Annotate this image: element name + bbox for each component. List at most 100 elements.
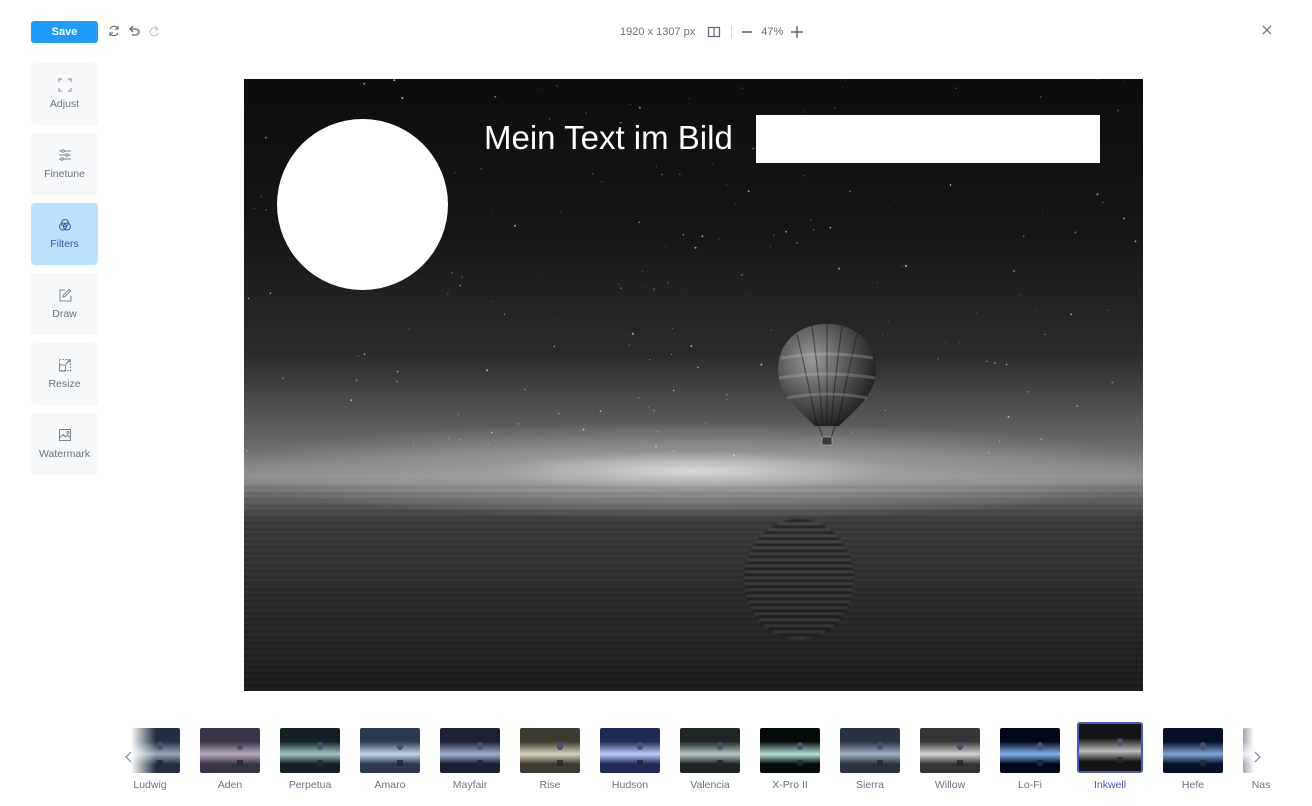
star	[1113, 418, 1115, 419]
star	[770, 246, 771, 247]
star	[1123, 80, 1125, 82]
star	[638, 106, 641, 109]
redo-icon[interactable]	[147, 24, 161, 38]
reflection-glyph	[477, 759, 484, 766]
tool-sidebar: Adjust Finetune Filters Draw Resize Wate…	[31, 63, 98, 483]
filter-label: Willow	[934, 779, 966, 791]
star	[494, 95, 497, 98]
star	[959, 341, 960, 343]
chevron-right-icon[interactable]	[1251, 748, 1265, 766]
compare-icon[interactable]	[707, 25, 721, 39]
star	[556, 85, 558, 87]
star	[660, 173, 663, 176]
star	[513, 224, 517, 227]
star	[559, 211, 561, 213]
filter-option[interactable]: Valencia	[677, 722, 743, 791]
star	[480, 168, 483, 170]
text-shape[interactable]: Mein Text im Bild	[484, 119, 733, 157]
zoom-out-button[interactable]	[740, 25, 754, 39]
filter-label: Sierra	[855, 779, 884, 791]
star	[1111, 381, 1114, 384]
reflection-glyph	[637, 759, 644, 766]
sidebar-item-resize[interactable]: Resize	[31, 343, 98, 405]
star	[725, 393, 728, 396]
filter-option[interactable]: X-Pro II	[757, 722, 823, 791]
reflection-glyph	[877, 759, 884, 766]
star	[1121, 452, 1123, 454]
image-info-bar: 1920 x 1307 px 47%	[620, 22, 804, 42]
star	[412, 444, 414, 446]
star	[642, 271, 643, 272]
star	[665, 245, 667, 248]
star	[1023, 235, 1025, 238]
star	[553, 345, 556, 348]
circle-shape[interactable]	[277, 119, 448, 290]
filter-option[interactable]: Sierra	[837, 722, 903, 791]
sidebar-item-finetune[interactable]: Finetune	[31, 133, 98, 195]
undo-icon[interactable]	[127, 24, 141, 38]
water-surface	[244, 482, 1143, 691]
star	[396, 370, 399, 373]
balloon-glyph	[877, 741, 884, 750]
filter-option[interactable]: Lo-Fi	[997, 722, 1063, 791]
close-icon[interactable]	[1260, 23, 1274, 37]
filter-option[interactable]: Perpetua	[277, 722, 343, 791]
sidebar-item-filters[interactable]: Filters	[31, 203, 98, 265]
filter-label: Valencia	[690, 779, 730, 791]
rectangle-shape[interactable]	[756, 115, 1100, 163]
star	[1040, 438, 1042, 440]
filter-option[interactable]: Aden	[197, 722, 263, 791]
save-button[interactable]: Save	[31, 21, 98, 43]
filter-option[interactable]: Willow	[917, 722, 983, 791]
star	[408, 328, 410, 330]
sidebar-item-label: Draw	[52, 308, 77, 320]
star	[255, 171, 257, 173]
star	[457, 414, 460, 416]
star	[838, 267, 841, 270]
filter-option[interactable]: Rise	[517, 722, 583, 791]
reflection-glyph	[1117, 756, 1124, 763]
filter-thumbnail	[520, 728, 580, 773]
star	[423, 278, 425, 281]
filter-option[interactable]: Hefe	[1160, 722, 1226, 791]
chevron-left-icon[interactable]	[121, 748, 135, 766]
star	[607, 163, 609, 165]
star	[690, 345, 693, 348]
reflection-glyph	[397, 759, 404, 766]
star	[538, 272, 540, 274]
star	[253, 207, 256, 210]
filter-strip[interactable]: Ludwig Aden Perpetua Amaro Mayfair Rise Hudson…	[120, 722, 1270, 802]
filter-option[interactable]: Inkwell	[1077, 722, 1143, 791]
balloon-glyph	[557, 741, 564, 750]
filter-option[interactable]: Mayfair	[437, 722, 503, 791]
star	[988, 452, 990, 455]
filter-option[interactable]: Amaro	[357, 722, 423, 791]
star	[1042, 209, 1044, 211]
filter-option[interactable]: Hudson	[597, 722, 663, 791]
sidebar-item-label: Adjust	[49, 98, 80, 110]
star	[671, 353, 673, 356]
star	[1035, 309, 1037, 311]
star	[884, 409, 886, 411]
star	[246, 450, 249, 452]
star	[656, 165, 658, 167]
image-canvas[interactable]: Mein Text im Bild	[244, 79, 1143, 691]
star	[726, 399, 727, 401]
star	[647, 406, 650, 408]
star	[653, 409, 655, 412]
star	[557, 412, 560, 415]
star	[831, 81, 833, 83]
zoom-in-button[interactable]	[790, 25, 804, 39]
star	[487, 443, 490, 445]
star	[649, 359, 651, 361]
star	[655, 445, 658, 448]
reset-icon[interactable]	[107, 24, 121, 38]
sidebar-item-watermark[interactable]: Watermark	[31, 413, 98, 475]
balloon-glyph	[317, 741, 324, 750]
filter-thumbnail	[280, 728, 340, 773]
sidebar-item-adjust[interactable]: Adjust	[31, 63, 98, 125]
sidebar-item-label: Resize	[48, 378, 81, 390]
star	[471, 258, 473, 260]
star	[450, 271, 453, 274]
sidebar-item-draw[interactable]: Draw	[31, 273, 98, 335]
